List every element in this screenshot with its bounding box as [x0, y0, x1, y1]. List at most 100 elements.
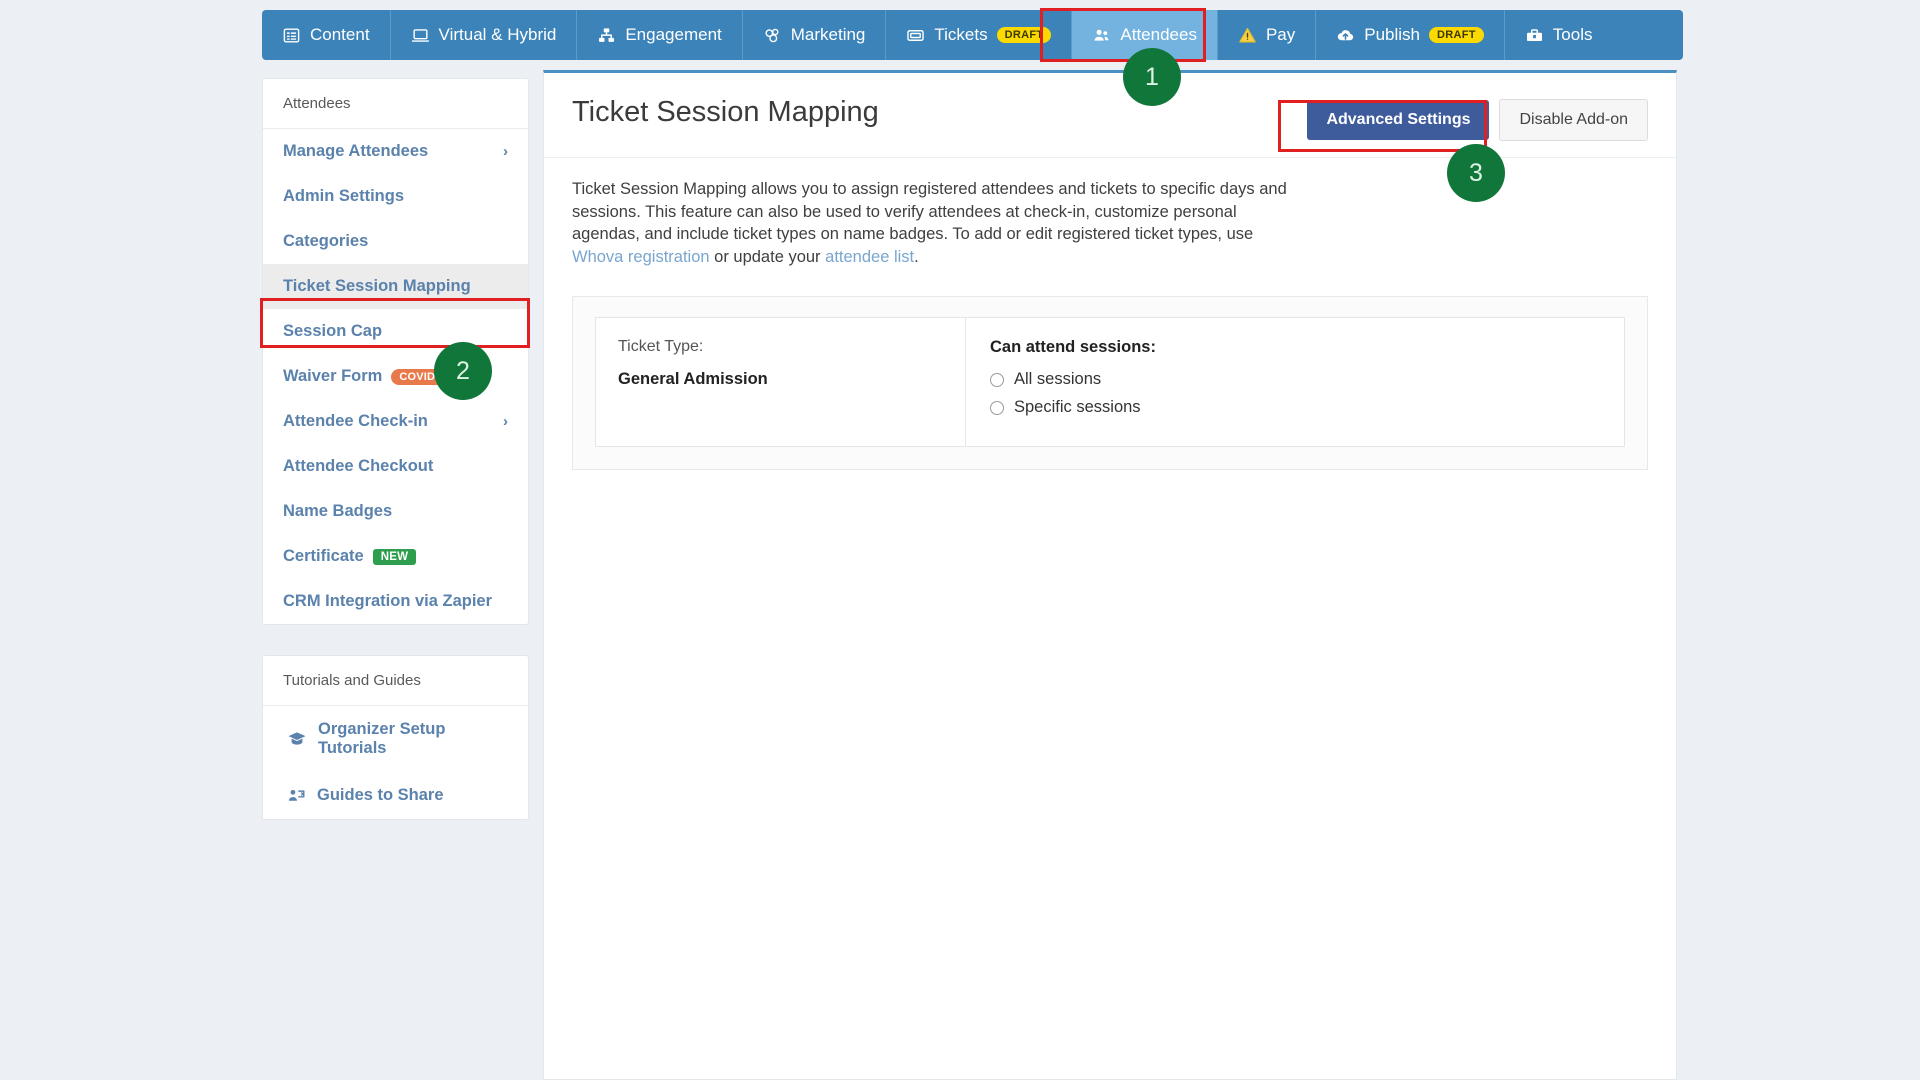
draft-pill: DRAFT [1429, 26, 1484, 44]
sidebar-item-admin-settings[interactable]: Admin Settings [263, 174, 528, 219]
nav-tab-virtual-hybrid[interactable]: Virtual & Hybrid [391, 10, 578, 60]
radio-button-icon[interactable] [990, 372, 1004, 387]
list-content-icon [282, 26, 301, 45]
feature-description: Ticket Session Mapping allows you to ass… [544, 158, 1319, 274]
nav-tab-label: Engagement [625, 25, 722, 44]
radio-option-label: All sessions [1014, 370, 1102, 389]
tutorial-item-label: Guides to Share [317, 786, 444, 804]
radio-button-icon[interactable] [990, 400, 1004, 415]
disable-addon-button[interactable]: Disable Add-on [1499, 99, 1648, 141]
radio-option-label: Specific sessions [1014, 398, 1141, 417]
sidebar-item-label: Ticket Session Mapping [283, 277, 471, 295]
whova-registration-link[interactable]: Whova registration [572, 248, 710, 266]
sidebar-item-label-wrap: Name Badges [283, 502, 392, 521]
sidebar-item-crm-integration-via-zapier[interactable]: CRM Integration via Zapier [263, 579, 528, 624]
sidebar-item-attendee-checkout[interactable]: Attendee Checkout [263, 444, 528, 489]
primary-navigation-bar: Content Virtual & Hybrid Engagement Marketi… [262, 10, 1683, 60]
nav-tab-label: Tickets [934, 25, 988, 44]
sidebar-item-label: Attendee Checkout [283, 457, 434, 475]
step-badge-2: 2 [434, 342, 492, 400]
sidebar-item-label: Name Badges [283, 502, 393, 520]
advanced-settings-button[interactable]: Advanced Settings [1307, 100, 1490, 140]
app-root: Content Virtual & Hybrid Engagement Marketi… [0, 0, 1920, 1080]
sidebar-header: Attendees [263, 79, 528, 129]
nav-tab-content[interactable]: Content [262, 10, 391, 60]
radio-option-all-sessions[interactable]: All sessions [990, 370, 1600, 389]
sidebar-item-session-cap[interactable]: Session Cap [263, 309, 528, 354]
chevron-right-icon: › [503, 413, 508, 430]
sidebar-item-label-wrap: Categories [283, 232, 368, 251]
nav-tab-label: Tools [1552, 25, 1593, 44]
nav-tab-pay[interactable]: Pay [1218, 10, 1317, 60]
nav-tab-label: Marketing [790, 25, 866, 44]
nav-tab-publish[interactable]: Publish DRAFT [1316, 10, 1505, 60]
step-badge-1: 1 [1123, 48, 1181, 106]
description-part-1: Ticket Session Mapping allows you to ass… [572, 180, 1287, 244]
ticket-type-value: General Admission [618, 370, 768, 389]
sidebar-panel-gap [262, 625, 529, 655]
sidebar-item-label-wrap: Session Cap [283, 322, 382, 341]
sidebar-item-label: Session Cap [283, 322, 383, 340]
ticket-icon [906, 26, 925, 45]
nav-tab-tools[interactable]: Tools [1505, 10, 1613, 60]
sidebar: Attendees Manage Attendees › Admin Setting… [262, 78, 529, 820]
sidebar-item-label-wrap: Certificate NEW [283, 547, 417, 566]
people-icon [1092, 26, 1111, 45]
megaphone-icon [763, 26, 782, 45]
sidebar-item-label-wrap: Attendee Checkout [283, 457, 433, 476]
sidebar-item-label-wrap: Attendee Check-in [283, 412, 428, 431]
nav-tab-label: Pay [1265, 25, 1296, 44]
nav-tab-marketing[interactable]: Marketing [743, 10, 887, 60]
sidebar-item-label: Admin Settings [283, 187, 405, 205]
ticket-type-card: Ticket Type: General Admission Can atten… [595, 317, 1625, 448]
sidebar-item-manage-attendees[interactable]: Manage Attendees › [263, 129, 528, 174]
sidebar-item-label-wrap: Admin Settings [283, 187, 404, 206]
ticket-type-column: Ticket Type: General Admission [596, 318, 966, 447]
sidebar-item-label-wrap: Manage Attendees [283, 142, 428, 161]
sidebar-item-label: Waiver Form [283, 367, 383, 385]
nav-tab-label: Virtual & Hybrid [438, 25, 557, 44]
nav-tab-label: Publish [1364, 25, 1421, 44]
warning-triangle-icon [1238, 26, 1257, 45]
sidebar-item-label: Categories [283, 232, 369, 250]
tutorial-item-organizer-setup-tutorials[interactable]: Organizer Setup Tutorials [263, 706, 528, 772]
toolbox-icon [1525, 26, 1544, 45]
attendee-list-link[interactable]: attendee list [825, 248, 914, 266]
sidebar-item-categories[interactable]: Categories [263, 219, 528, 264]
sidebar-panel: Attendees Manage Attendees › Admin Setting… [262, 78, 529, 625]
tutorials-panel: Tutorials and Guides Organizer Setup Tut… [262, 655, 529, 820]
new-badge: NEW [372, 548, 417, 565]
draft-pill: DRAFT [996, 26, 1052, 44]
can-attend-sessions-label: Can attend sessions: [990, 338, 1156, 357]
nav-tab-label: Attendees [1120, 25, 1197, 44]
radio-option-specific-sessions[interactable]: Specific sessions [990, 398, 1600, 417]
sidebar-item-ticket-session-mapping[interactable]: Ticket Session Mapping [263, 264, 528, 309]
sidebar-item-label-wrap: CRM Integration via Zapier [283, 592, 492, 611]
laptop-icon [411, 26, 430, 45]
description-part-3: . [914, 247, 919, 266]
sidebar-item-label: Certificate [283, 547, 364, 565]
sessions-column: Can attend sessions: All sessions Specifi… [966, 318, 1624, 446]
ticket-mapping-section: Ticket Type: General Admission Can atten… [572, 296, 1648, 471]
nav-tab-tickets[interactable]: Tickets DRAFT [886, 10, 1073, 60]
chevron-right-icon: › [503, 143, 508, 160]
sidebar-item-attendee-check-in[interactable]: Attendee Check-in › [263, 399, 528, 444]
sidebar-item-label: CRM Integration via Zapier [283, 592, 493, 610]
header-actions: Advanced Settings Disable Add-on [1307, 95, 1648, 141]
nav-tab-engagement[interactable]: Engagement [577, 10, 743, 60]
sidebar-item-label-wrap: Ticket Session Mapping [283, 277, 471, 296]
sidebar-item-name-badges[interactable]: Name Badges [263, 489, 528, 534]
ticket-type-label: Ticket Type: [618, 338, 704, 356]
sidebar-item-label: Manage Attendees [283, 142, 429, 160]
tutorial-item-guides-to-share[interactable]: Guides to Share [263, 772, 528, 819]
sidebar-item-label: Attendee Check-in [283, 412, 428, 430]
description-part-2: or update your [709, 247, 826, 266]
network-icon [597, 26, 616, 45]
nav-tab-label: Content [310, 25, 370, 44]
main-header: Ticket Session Mapping Advanced Settings… [544, 73, 1676, 158]
step-badge-3: 3 [1447, 144, 1505, 202]
sidebar-item-certificate[interactable]: Certificate NEW [263, 534, 528, 579]
main-content-panel: Ticket Session Mapping Advanced Settings… [543, 70, 1677, 1080]
tutorial-item-label: Organizer Setup Tutorials [318, 720, 446, 757]
cloud-upload-icon [1336, 26, 1355, 45]
